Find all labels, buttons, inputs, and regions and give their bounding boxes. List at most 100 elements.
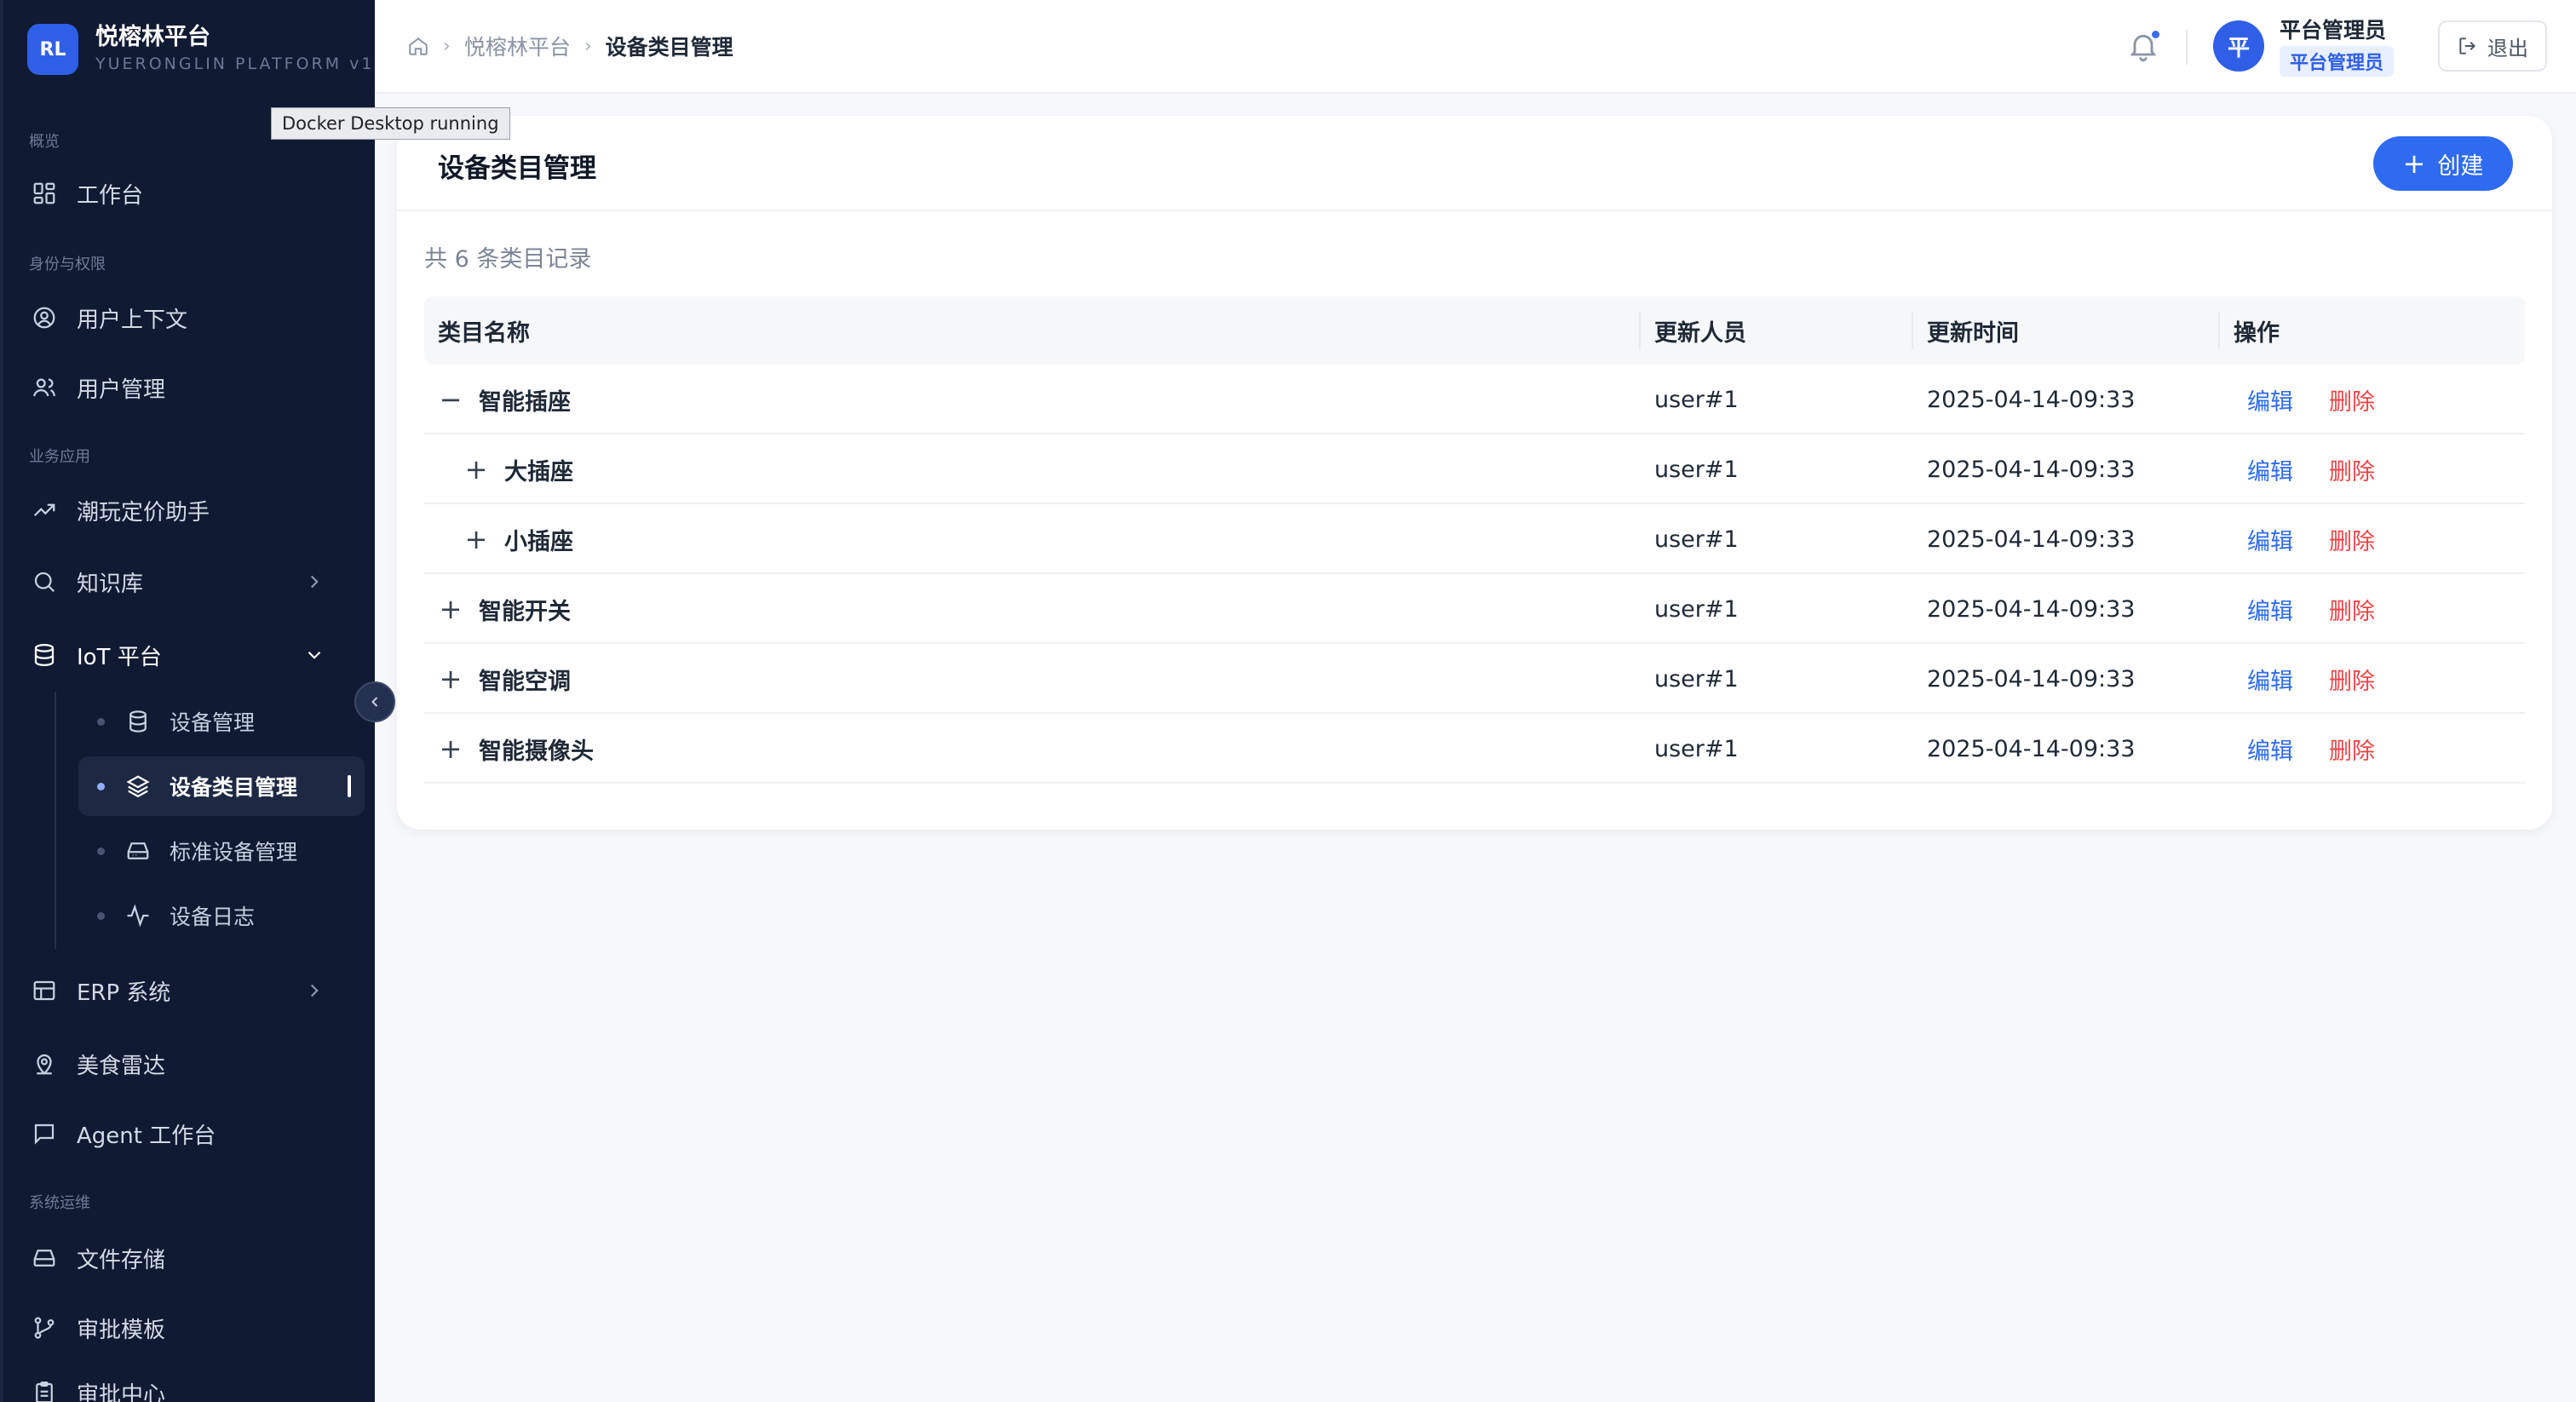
delete-link[interactable]: 删除: [2329, 733, 2375, 766]
database-icon: [29, 640, 60, 670]
delete-link[interactable]: 删除: [2329, 453, 2375, 486]
column-divider: [2218, 312, 2220, 349]
create-label: 创建: [2437, 152, 2484, 180]
category-name: 智能摄像头: [479, 738, 594, 765]
edit-link[interactable]: 编辑: [2247, 523, 2293, 556]
sidebar-item-food-radar[interactable]: 美食雷达: [29, 1037, 356, 1090]
time-cell: 2025-04-14-09:33: [1927, 456, 2136, 483]
sidebar-item-iot-platform[interactable]: IoT 平台: [29, 629, 356, 681]
expand-toggle-icon[interactable]: +: [438, 663, 463, 695]
page-title: 设备类目管理: [438, 153, 596, 184]
sidebar-subitem-standard-device[interactable]: 标准设备管理: [78, 821, 365, 881]
table-row: + 大插座 user#1 2025-04-14-09:33 编辑 删除: [424, 434, 2525, 504]
edit-link[interactable]: 编辑: [2247, 663, 2293, 696]
updater-cell: user#1: [1654, 526, 1739, 553]
sidebar-subitem-device-log[interactable]: 设备日志: [78, 886, 365, 945]
table-row: − 智能插座 user#1 2025-04-14-09:33 编辑 删除: [424, 365, 2525, 434]
edit-link[interactable]: 编辑: [2247, 593, 2293, 626]
chevron-right-icon: [310, 575, 319, 589]
avatar[interactable]: 平: [2213, 20, 2264, 72]
active-indicator: [348, 775, 351, 797]
sidebar-item-label: 文件存储: [77, 1247, 166, 1273]
delete-link[interactable]: 删除: [2329, 663, 2375, 696]
sidebar-item-file-storage[interactable]: 文件存储: [29, 1232, 356, 1284]
sidebar-item-workbench[interactable]: 工作台: [29, 167, 356, 220]
brand-name: 悦榕林平台: [95, 24, 210, 50]
sidebar-item-approval-template[interactable]: 审批模板: [29, 1301, 356, 1354]
logout-icon: [2459, 37, 2475, 55]
hard-drive-icon: [124, 836, 152, 865]
sidebar-item-user-management[interactable]: 用户管理: [29, 361, 356, 414]
grid-icon: [29, 178, 60, 209]
group-label-ops: 系统运维: [29, 1194, 90, 1212]
sidebar-item-erp[interactable]: ERP 系统: [29, 964, 356, 1017]
delete-link[interactable]: 删除: [2329, 593, 2375, 626]
breadcrumb-item[interactable]: 悦榕林平台: [464, 31, 571, 61]
sidebar-subitem-device-category[interactable]: 设备类目管理: [78, 756, 365, 816]
sidebar-item-knowledge-base[interactable]: 知识库: [29, 555, 356, 608]
collapse-toggle-icon[interactable]: −: [438, 383, 463, 416]
breadcrumb: › 悦榕林平台 › 设备类目管理: [407, 31, 733, 61]
brand-subtitle: YUERONGLIN PLATFORM v1.: [95, 55, 375, 73]
delete-link[interactable]: 删除: [2329, 383, 2375, 417]
sidebar-subitem-device-management[interactable]: 设备管理: [78, 692, 365, 751]
expand-toggle-icon[interactable]: +: [438, 593, 463, 625]
sidebar-item-label: 工作台: [77, 182, 144, 209]
sidebar-item-label: 审批中心: [77, 1382, 166, 1402]
sidebar-subitem-label: 设备类目管理: [170, 775, 298, 800]
edit-link[interactable]: 编辑: [2247, 383, 2293, 417]
table-icon: [29, 975, 60, 1006]
submenu-track: [55, 692, 56, 949]
bullet-dot: [97, 782, 105, 790]
expand-toggle-icon[interactable]: +: [438, 733, 463, 765]
top-header: › 悦榕林平台 › 设备类目管理 平 平台管理员 平台管理员 退出: [375, 0, 2576, 94]
clipboard-icon: [29, 1377, 60, 1402]
table-row: + 智能摄像头 user#1 2025-04-14-09:33 编辑 删除: [424, 714, 2525, 784]
category-name: 智能开关: [479, 598, 571, 625]
column-divider: [1912, 312, 1913, 349]
hard-drive-icon: [29, 1243, 60, 1273]
time-cell: 2025-04-14-09:33: [1927, 526, 2136, 553]
user-role-badge: 平台管理员: [2280, 46, 2395, 77]
column-header-name: 类目名称: [438, 319, 530, 347]
updater-cell: user#1: [1654, 595, 1739, 623]
table-row: + 智能空调 user#1 2025-04-14-09:33 编辑 删除: [424, 644, 2525, 714]
card-header: 设备类目管理 + 创建: [397, 116, 2552, 211]
sidebar-item-approval-center[interactable]: 审批中心: [29, 1366, 356, 1402]
home-icon[interactable]: [407, 35, 429, 57]
sidebar-item-label: ERP 系统: [77, 980, 171, 1006]
sidebar-item-label: 潮玩定价助手: [77, 499, 210, 526]
bullet-dot: [97, 717, 105, 726]
edit-link[interactable]: 编辑: [2247, 453, 2293, 486]
sidebar-collapse-button[interactable]: [354, 681, 395, 722]
column-header-time: 更新时间: [1927, 319, 2019, 347]
sidebar-item-agent-workbench[interactable]: Agent 工作台: [29, 1107, 356, 1160]
sidebar-item-user-context[interactable]: 用户上下文: [29, 291, 356, 344]
category-name: 智能插座: [479, 388, 571, 416]
logout-button[interactable]: 退出: [2438, 20, 2547, 72]
table-header: 类目名称 更新人员 更新时间 操作: [424, 296, 2525, 365]
sidebar-subitem-label: 设备日志: [170, 905, 256, 929]
create-button[interactable]: + 创建: [2373, 136, 2513, 191]
expand-toggle-icon[interactable]: +: [463, 523, 489, 555]
activity-icon: [124, 901, 152, 930]
sidebar-item-label: IoT 平台: [77, 644, 162, 670]
column-header-actions: 操作: [2234, 319, 2280, 347]
expand-toggle-icon[interactable]: +: [463, 453, 489, 486]
chevron-down-icon: [308, 651, 321, 659]
delete-link[interactable]: 删除: [2329, 523, 2375, 556]
category-name: 小插座: [504, 528, 573, 555]
user-name: 平台管理员: [2280, 18, 2387, 43]
table-row: + 小插座 user#1 2025-04-14-09:33 编辑 删除: [424, 504, 2525, 574]
git-branch-icon: [29, 1313, 60, 1343]
sidebar-item-pricing-assistant[interactable]: 潮玩定价助手: [29, 484, 356, 537]
layers-icon: [124, 772, 152, 801]
bullet-dot: [97, 911, 105, 920]
sidebar-subitem-label: 标准设备管理: [170, 840, 298, 865]
sidebar-item-label: 用户管理: [77, 376, 166, 403]
edit-link[interactable]: 编辑: [2247, 733, 2293, 766]
breadcrumb-current: 设备类目管理: [605, 35, 733, 60]
brand[interactable]: RL 悦榕林平台 YUERONGLIN PLATFORM v1.: [27, 22, 375, 77]
category-name: 智能空调: [479, 668, 571, 695]
column-divider: [1639, 312, 1641, 349]
